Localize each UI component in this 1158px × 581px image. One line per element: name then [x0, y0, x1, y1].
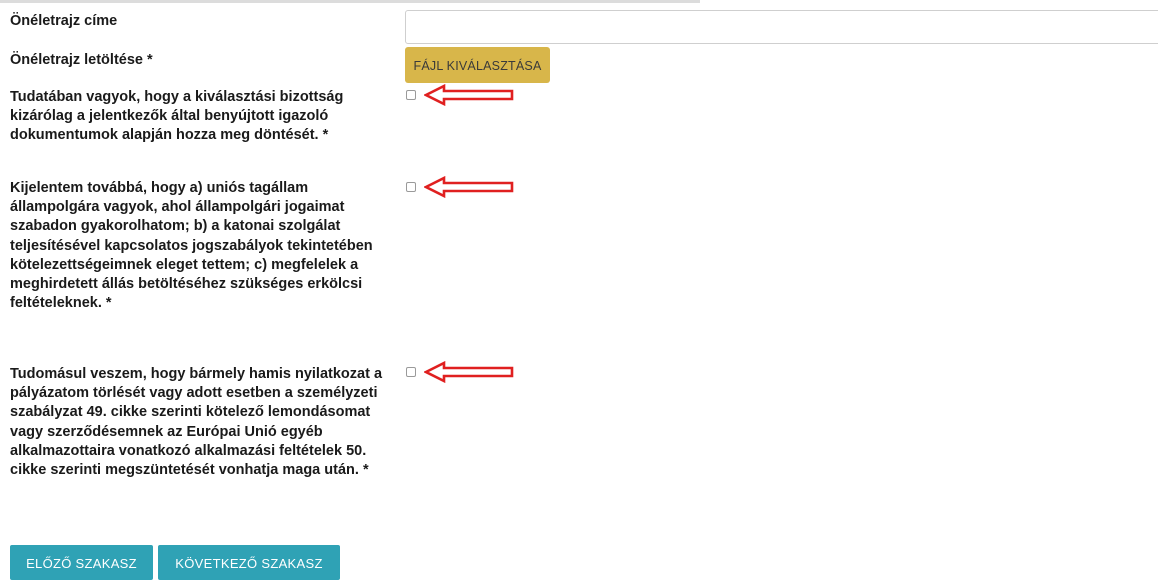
choose-file-button[interactable]: FÁJL KIVÁLASZTÁSA: [405, 47, 550, 83]
cv-title-input[interactable]: [405, 10, 1158, 44]
red-arrow-icon: [424, 361, 514, 383]
cv-title-label: Önéletrajz címe: [10, 13, 118, 29]
top-divider: [0, 0, 700, 3]
red-arrow-icon: [424, 84, 514, 106]
red-arrow-icon: [424, 176, 514, 198]
previous-section-button[interactable]: ELŐZŐ SZAKASZ: [10, 545, 153, 580]
declaration-1-checkbox[interactable]: [406, 90, 416, 100]
declaration-2-checkbox[interactable]: [406, 182, 416, 192]
declaration-3-checkbox[interactable]: [406, 367, 416, 377]
next-section-button[interactable]: KÖVETKEZŐ SZAKASZ: [158, 545, 340, 580]
cv-upload-label: Önéletrajz letöltése *: [10, 52, 153, 68]
declaration-1-label: Tudatában vagyok, hogy a kiválasztási bi…: [10, 89, 344, 144]
declaration-2-label: Kijelentem továbbá, hogy a) uniós tagáll…: [10, 180, 373, 312]
declaration-3-label: Tudomásul veszem, hogy bármely hamis nyi…: [10, 366, 383, 479]
